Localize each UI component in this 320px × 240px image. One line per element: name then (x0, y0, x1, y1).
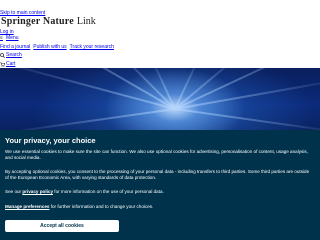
consent-paragraph-preferences: Manage preferences for further informati… (5, 204, 313, 210)
brand-suffix: Link (76, 16, 96, 27)
cart-label: Cart (6, 61, 16, 67)
privacy-text-pre: See our (5, 189, 23, 194)
consent-paragraph-essential: We use essential cookies to make sure th… (5, 149, 308, 160)
brand-name: Springer Nature (1, 16, 74, 27)
search-label: Search (6, 52, 22, 58)
menu-button[interactable]: ≡ Menu (0, 35, 19, 41)
menu-label: Menu (6, 35, 19, 41)
springer-nature-link-logo[interactable]: Springer Nature Link (1, 16, 96, 28)
light-ray (174, 76, 320, 110)
consent-paragraph-optional: By accepting optional cookies, you conse… (5, 169, 310, 180)
consent-paragraph-privacy: See our privacy policy for more informat… (5, 189, 313, 195)
preferences-text-post: for further information and to change yo… (49, 204, 154, 209)
nav-link-track-research[interactable]: Track your research (70, 44, 114, 50)
nav-link-publish[interactable]: Publish with us (33, 44, 66, 50)
header-nav-links: Find a journal Publish with us Track you… (0, 44, 116, 50)
consent-title: Your privacy, your choice (5, 136, 96, 145)
light-ray (0, 108, 176, 130)
cookie-consent-dialog: Your privacy, your choice We use essenti… (0, 130, 320, 240)
search-button[interactable]: Search (0, 52, 22, 58)
cart-button[interactable]: Cart (0, 61, 15, 67)
privacy-text-post: for more information on the use of your … (53, 189, 164, 194)
hamburger-icon: ≡ (0, 34, 3, 41)
light-ray (174, 108, 320, 130)
cart-icon (0, 61, 6, 67)
manage-preferences-link[interactable]: Manage preferences (5, 204, 49, 209)
privacy-policy-link[interactable]: privacy policy (22, 189, 53, 194)
light-ray (0, 68, 176, 110)
search-icon (0, 52, 6, 58)
hero-banner-image (0, 68, 320, 130)
accept-all-cookies-button[interactable]: Accept all cookies (5, 220, 119, 232)
nav-link-find-journal[interactable]: Find a journal (0, 44, 30, 50)
